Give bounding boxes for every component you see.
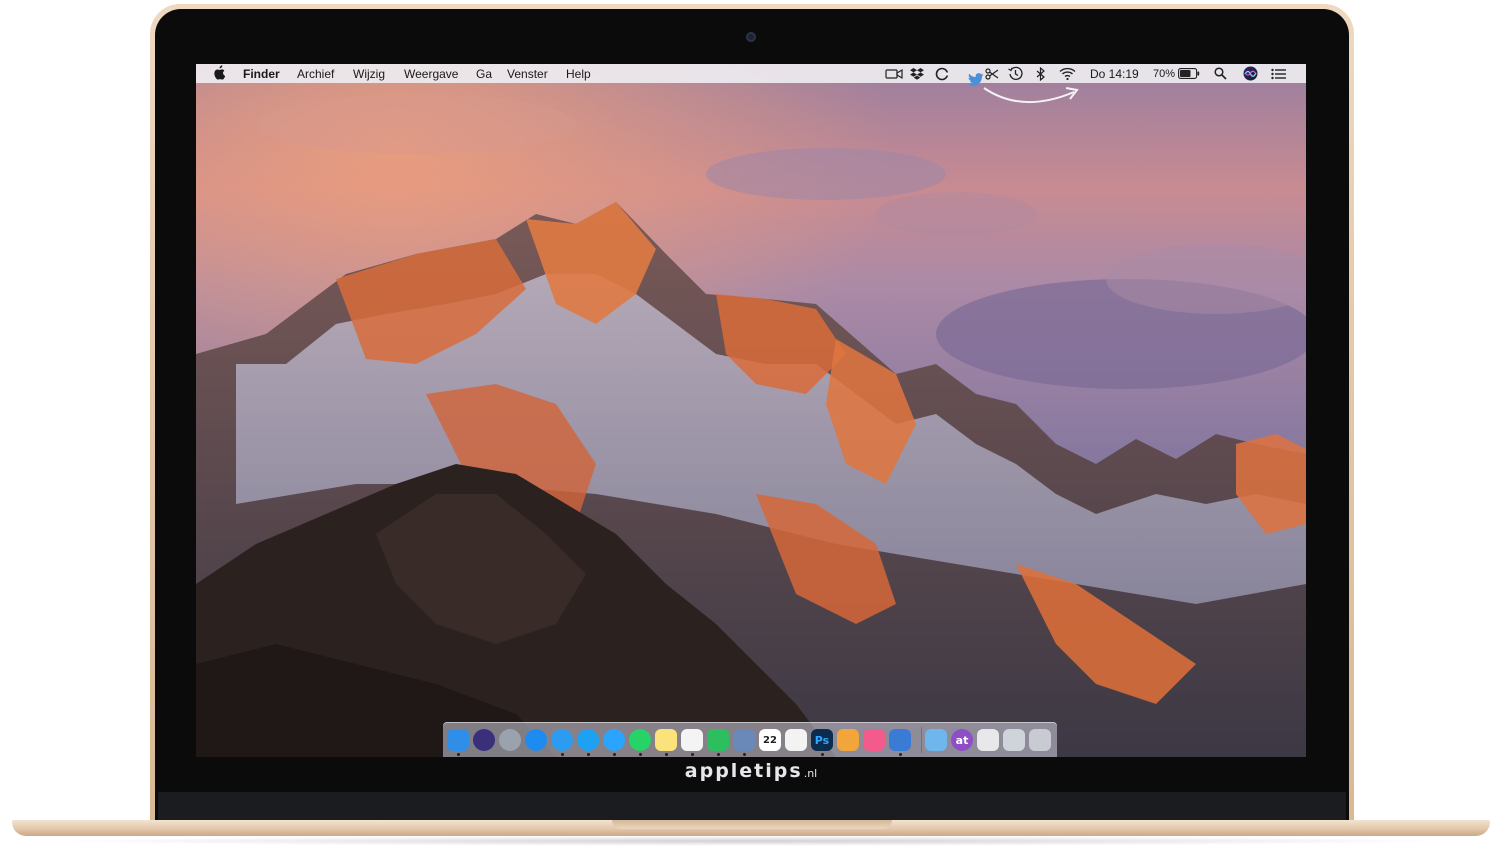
dock-preview-icon[interactable] bbox=[733, 729, 755, 751]
brand-logo: appletips.nl bbox=[684, 760, 818, 782]
dock-siri-icon[interactable] bbox=[473, 729, 495, 751]
dock-running-indicator bbox=[457, 753, 460, 756]
dock-photoshop-icon[interactable]: Ps bbox=[811, 729, 833, 751]
dock-screenshots-stack-icon[interactable] bbox=[1003, 729, 1025, 751]
dock-finder-icon[interactable] bbox=[447, 729, 469, 751]
dock-documents-stack-icon[interactable] bbox=[977, 729, 999, 751]
camera-icon bbox=[746, 32, 756, 42]
dock-running-indicator bbox=[639, 753, 642, 756]
base-notch bbox=[612, 820, 892, 829]
drag-arrow-icon bbox=[982, 84, 1082, 115]
copyclip-icon[interactable] bbox=[933, 65, 951, 82]
spotlight-search-icon[interactable] bbox=[1212, 65, 1228, 82]
dock-running-indicator bbox=[613, 753, 616, 756]
menu-bar: Finder Archief Wijzig Weergave Ga Venste… bbox=[196, 64, 1306, 83]
menu-archief[interactable]: Archief bbox=[297, 66, 334, 82]
desktop-screen: Finder Archief Wijzig Weergave Ga Venste… bbox=[196, 64, 1306, 757]
facetime-camera-icon[interactable] bbox=[884, 65, 904, 82]
dock-calendar-icon[interactable]: 22 bbox=[759, 729, 781, 751]
dock-at-icon[interactable]: at bbox=[951, 729, 973, 751]
dock-launchpad-icon[interactable] bbox=[499, 729, 521, 751]
dock-running-indicator bbox=[899, 753, 902, 756]
dock-trash-icon[interactable] bbox=[1029, 729, 1051, 751]
notification-center-icon[interactable] bbox=[1269, 65, 1287, 82]
siri-icon[interactable] bbox=[1241, 65, 1259, 82]
dock-separator bbox=[921, 727, 922, 753]
mountain-wallpaper bbox=[196, 64, 1306, 757]
dock-safari-icon[interactable] bbox=[551, 729, 573, 751]
menu-weergave[interactable]: Weergave bbox=[404, 66, 458, 82]
dock-running-indicator bbox=[717, 753, 720, 756]
bluetooth-icon[interactable] bbox=[1033, 65, 1047, 82]
dock-app-store-icon[interactable] bbox=[525, 729, 547, 751]
dock-running-indicator bbox=[561, 753, 564, 756]
dock-itunes-icon[interactable] bbox=[863, 729, 885, 751]
dock-downloads-folder-icon[interactable] bbox=[925, 729, 947, 751]
dock-twitter-icon[interactable] bbox=[577, 729, 599, 751]
menu-wijzig[interactable]: Wijzig bbox=[353, 66, 385, 82]
dock-messages-icon[interactable] bbox=[603, 729, 625, 751]
dropbox-icon[interactable] bbox=[908, 65, 926, 82]
apple-icon[interactable] bbox=[213, 65, 226, 81]
time-machine-icon[interactable] bbox=[1005, 65, 1025, 82]
scissors-icon[interactable] bbox=[983, 65, 1001, 82]
menu-clock[interactable]: Do 14:19 bbox=[1090, 66, 1139, 82]
wifi-icon[interactable] bbox=[1057, 65, 1077, 82]
battery-icon[interactable] bbox=[1178, 65, 1200, 82]
menu-venster[interactable]: Venster bbox=[507, 66, 548, 82]
dock-running-indicator bbox=[587, 753, 590, 756]
dock-evernote-icon[interactable] bbox=[707, 729, 729, 751]
battery-percent[interactable]: 70% bbox=[1153, 66, 1175, 82]
dock-tweetbot-icon[interactable] bbox=[889, 729, 911, 751]
dock-reminders-icon[interactable] bbox=[681, 729, 703, 751]
dock-running-indicator bbox=[821, 753, 824, 756]
dock-running-indicator bbox=[743, 753, 746, 756]
dock-running-indicator bbox=[691, 753, 694, 756]
menu-ga[interactable]: Ga bbox=[476, 66, 492, 82]
dock-whatsapp-icon[interactable] bbox=[629, 729, 651, 751]
dock: 22 Ps at bbox=[443, 722, 1057, 757]
menu-finder[interactable]: Finder bbox=[243, 66, 280, 82]
menu-help[interactable]: Help bbox=[566, 66, 591, 82]
bezel-chin bbox=[158, 792, 1346, 822]
laptop-shadow bbox=[40, 836, 1460, 846]
dock-notes-icon[interactable] bbox=[655, 729, 677, 751]
dock-pages-icon[interactable] bbox=[837, 729, 859, 751]
dock-running-indicator bbox=[665, 753, 668, 756]
dock-photos-icon[interactable] bbox=[785, 729, 807, 751]
